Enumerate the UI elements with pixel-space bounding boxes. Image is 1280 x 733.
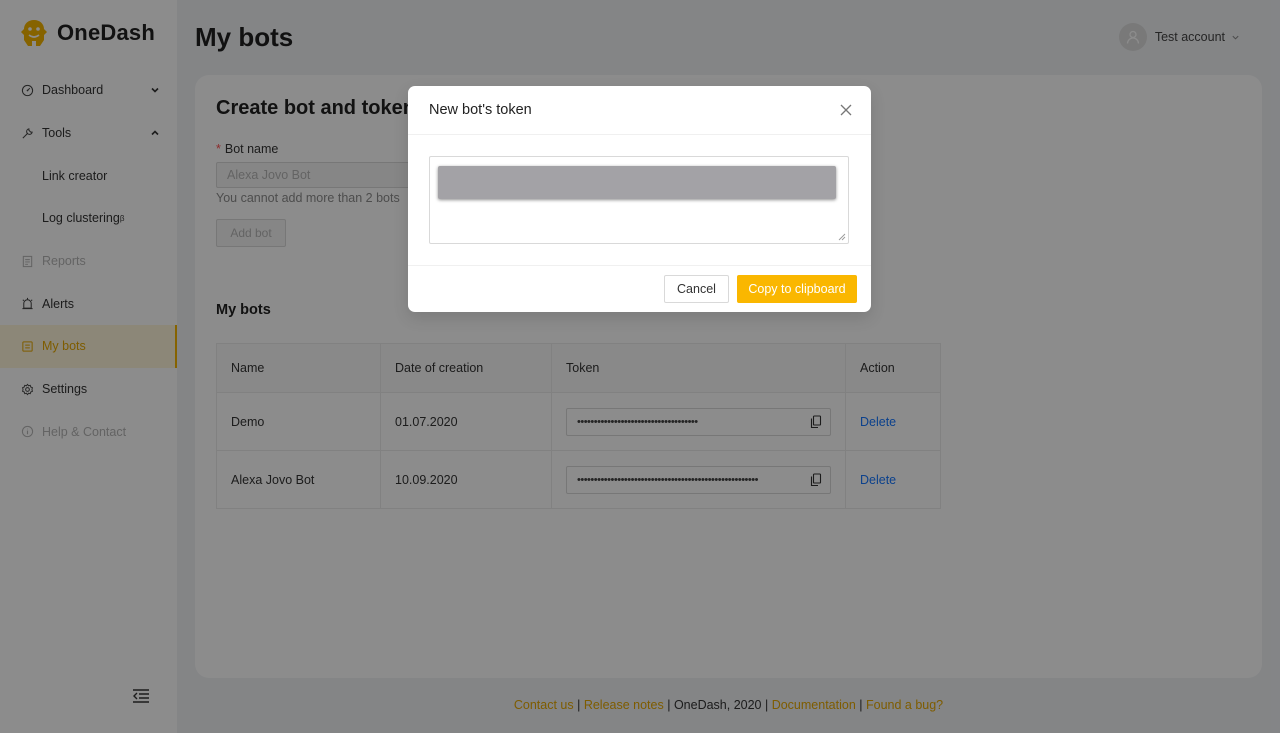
resize-handle-icon[interactable] bbox=[838, 233, 846, 241]
copy-to-clipboard-button[interactable]: Copy to clipboard bbox=[737, 275, 857, 303]
modal-footer: Cancel Copy to clipboard bbox=[408, 265, 871, 312]
new-token-modal: New bot's token Cancel Copy to clipboard bbox=[408, 86, 871, 312]
cancel-button[interactable]: Cancel bbox=[664, 275, 729, 303]
token-value-redacted bbox=[438, 166, 836, 199]
modal-title: New bot's token bbox=[429, 102, 532, 118]
token-textarea[interactable] bbox=[429, 156, 849, 244]
modal-header: New bot's token bbox=[408, 86, 871, 135]
close-icon[interactable] bbox=[839, 103, 853, 117]
